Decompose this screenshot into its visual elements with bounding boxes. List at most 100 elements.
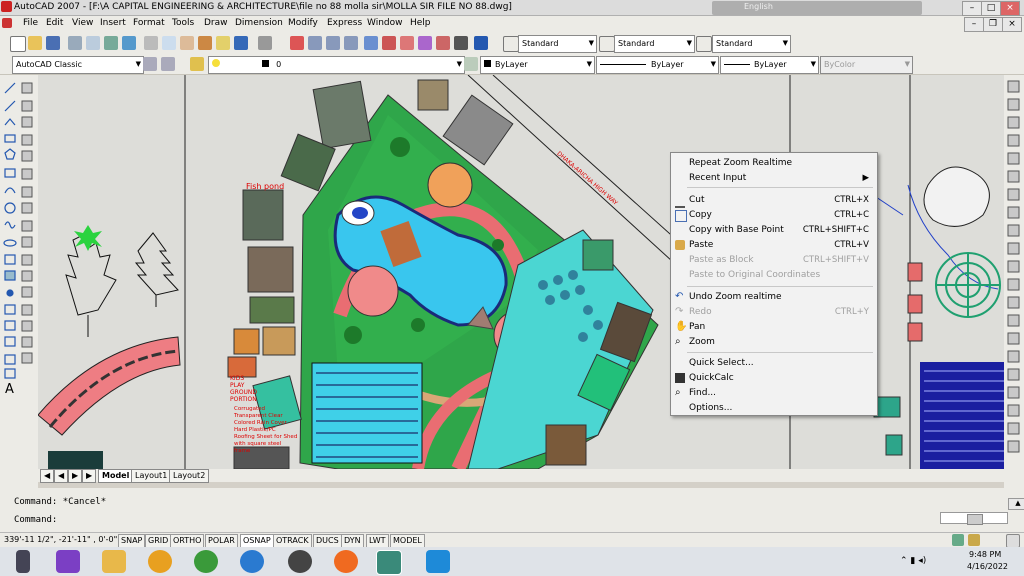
table-style-select[interactable]: Standard ▼ xyxy=(712,35,791,53)
zoom-realtime-icon[interactable] xyxy=(308,36,322,50)
menu-dimension[interactable]: Dimension xyxy=(235,18,283,28)
layer-manager-icon[interactable] xyxy=(190,57,204,71)
ortho-toggle[interactable]: ORTHO xyxy=(170,534,205,548)
linetype-select[interactable]: ByLayer ▼ xyxy=(596,56,719,74)
language-indicator[interactable]: English xyxy=(712,1,922,15)
cut-icon[interactable] xyxy=(144,36,158,50)
properties-icon[interactable] xyxy=(364,36,378,50)
close-button[interactable]: × xyxy=(1000,1,1020,16)
make-current-layer-icon[interactable] xyxy=(464,57,478,71)
command-scrollbar[interactable] xyxy=(940,512,1008,525)
polar-toggle[interactable]: POLAR xyxy=(205,534,238,548)
modify-tools-icons[interactable] xyxy=(1004,75,1024,488)
new-icon[interactable] xyxy=(10,36,26,52)
redo-icon[interactable] xyxy=(258,36,272,50)
menu-copy-base-point[interactable]: Copy with Base Point xyxy=(689,225,784,235)
doc-restore-button[interactable]: ❐ xyxy=(983,17,1003,32)
zoom-previous-icon[interactable] xyxy=(344,36,358,50)
menu-find[interactable]: Find... xyxy=(689,388,716,398)
menu-window[interactable]: Window xyxy=(367,18,403,28)
markup-icon[interactable] xyxy=(436,36,450,50)
tab-model[interactable]: Model xyxy=(98,469,134,483)
grid-toggle[interactable]: GRID xyxy=(145,534,172,548)
menu-options[interactable]: Options... xyxy=(689,403,732,413)
design-center-icon[interactable] xyxy=(382,36,396,50)
chrome-icon[interactable] xyxy=(194,550,218,573)
publish-icon[interactable] xyxy=(104,36,118,50)
tab-layout2[interactable]: Layout2 xyxy=(169,469,210,483)
undo-icon[interactable] xyxy=(234,36,248,50)
menu-recent-input[interactable]: Recent Input xyxy=(689,173,746,183)
menu-draw[interactable]: Draw xyxy=(204,18,228,28)
menu-modify[interactable]: Modify xyxy=(288,18,318,28)
minimize-button[interactable]: – xyxy=(962,1,982,16)
draw-tools-icons[interactable]: A xyxy=(0,75,38,488)
command-scroll-up-button[interactable]: ▲ xyxy=(1008,498,1024,510)
block-editor-icon[interactable] xyxy=(216,36,230,50)
match-properties-icon[interactable] xyxy=(198,36,212,50)
workspace-settings-icon[interactable] xyxy=(143,57,157,71)
menu-quickcalc[interactable]: QuickCalc xyxy=(689,373,734,383)
menu-help[interactable]: Help xyxy=(410,18,431,28)
communication-center-icon[interactable] xyxy=(952,534,964,546)
tab-nav-prev[interactable]: ◀ xyxy=(54,469,69,483)
pan-icon[interactable] xyxy=(290,36,304,50)
color-select[interactable]: ByLayer ▼ xyxy=(480,56,595,74)
menu-view[interactable]: View xyxy=(72,18,93,28)
menu-repeat-zoom[interactable]: Repeat Zoom Realtime xyxy=(689,158,792,168)
coordinates-readout[interactable]: 339'-11 1/2", -21'-11" , 0'-0" xyxy=(4,535,117,544)
sheet-set-icon[interactable] xyxy=(418,36,432,50)
doc-close-button[interactable]: × xyxy=(1002,17,1022,32)
tab-nav-last[interactable]: ▶ xyxy=(82,469,97,483)
firefox-icon[interactable] xyxy=(334,550,358,573)
osnap-toggle[interactable]: OSNAP xyxy=(240,534,274,548)
chrome-canary-icon[interactable] xyxy=(148,550,172,573)
lineweight-select[interactable]: ByLayer ▼ xyxy=(720,56,819,74)
open-icon[interactable] xyxy=(28,36,42,50)
menu-zoom[interactable]: Zoom xyxy=(689,337,715,347)
clean-screen-icon[interactable] xyxy=(1006,534,1020,548)
workspace-save-icon[interactable] xyxy=(161,57,175,71)
text-style-select[interactable]: Standard ▼ xyxy=(518,35,597,53)
model-toggle[interactable]: MODEL xyxy=(390,534,425,548)
menu-pan[interactable]: Pan xyxy=(689,322,705,332)
quickcalc-icon[interactable] xyxy=(454,36,468,50)
autocad-task-icon[interactable] xyxy=(376,550,402,575)
otrack-toggle[interactable]: OTRACK xyxy=(273,534,312,548)
command-prompt[interactable]: Command: xyxy=(14,515,57,525)
help-icon[interactable] xyxy=(474,36,488,50)
maximize-button[interactable]: □ xyxy=(981,1,1001,16)
paste-icon[interactable] xyxy=(180,36,194,50)
menu-cut[interactable]: Cut xyxy=(689,195,705,205)
save-icon[interactable] xyxy=(46,36,60,50)
menu-file[interactable]: File xyxy=(23,18,38,28)
lwt-toggle[interactable]: LWT xyxy=(366,534,389,548)
file-explorer-icon[interactable] xyxy=(102,550,126,573)
lock-icon[interactable] xyxy=(968,534,980,546)
menu-express[interactable]: Express xyxy=(327,18,362,28)
menu-quick-select[interactable]: Quick Select... xyxy=(689,358,754,368)
menu-edit[interactable]: Edit xyxy=(46,18,63,28)
3d-dwf-icon[interactable] xyxy=(122,36,136,50)
chrome-dev-icon[interactable] xyxy=(288,550,312,573)
store-icon[interactable] xyxy=(426,550,450,573)
menu-insert[interactable]: Insert xyxy=(100,18,126,28)
menu-copy[interactable]: Copy xyxy=(689,210,712,220)
ducs-toggle[interactable]: DUCS xyxy=(313,534,342,548)
plotstyle-select[interactable]: ByColor ▼ xyxy=(820,56,913,74)
visual-studio-icon[interactable] xyxy=(56,550,80,573)
dyn-toggle[interactable]: DYN xyxy=(341,534,364,548)
dim-style-select[interactable]: Standard ▼ xyxy=(614,35,695,53)
menu-format[interactable]: Format xyxy=(133,18,165,28)
snap-toggle[interactable]: SNAP xyxy=(118,534,146,548)
tab-layout1[interactable]: Layout1 xyxy=(131,469,172,483)
start-icon[interactable] xyxy=(16,550,30,573)
tab-nav-next[interactable]: ▶ xyxy=(68,469,83,483)
copy-icon[interactable] xyxy=(162,36,176,50)
zoom-window-icon[interactable] xyxy=(326,36,340,50)
plot-icon[interactable] xyxy=(68,36,82,50)
tab-nav-first[interactable]: ◀ xyxy=(40,469,55,483)
menu-paste[interactable]: Paste xyxy=(689,240,713,250)
doc-minimize-button[interactable]: – xyxy=(964,17,984,32)
scroll-thumb[interactable] xyxy=(967,514,983,525)
